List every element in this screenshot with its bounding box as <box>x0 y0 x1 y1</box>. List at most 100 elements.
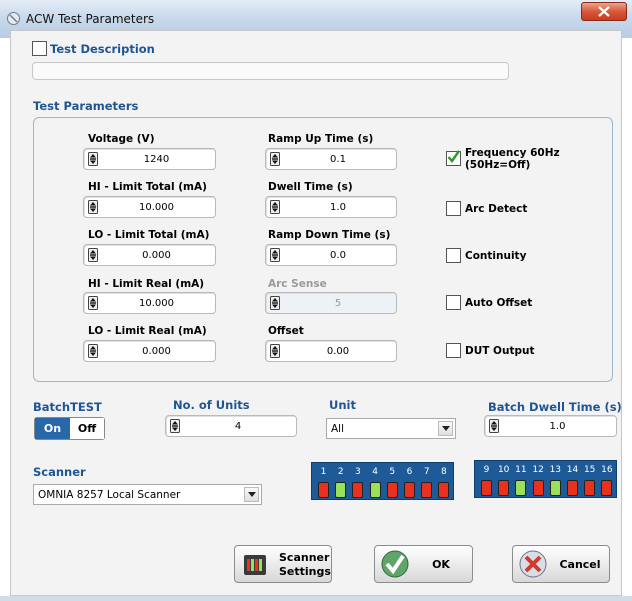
channel-4-indicator <box>369 482 381 498</box>
lo-limit-total-field[interactable]: 0.000 <box>83 244 216 266</box>
dwell-time-field[interactable]: 1.0 <box>265 196 397 218</box>
channel-13-indicator <box>549 480 561 496</box>
batchtest-header: BatchTEST <box>33 400 102 414</box>
channel-11-indicator <box>515 480 527 496</box>
spinner-icon <box>270 200 280 214</box>
auto-offset-checkbox[interactable] <box>446 295 461 310</box>
scanner-icon <box>244 555 266 575</box>
ramp-up-field[interactable]: 0.1 <box>265 148 397 170</box>
channel-3-indicator <box>352 482 364 498</box>
hi-limit-total-label: HI - Limit Total (mA) <box>88 181 207 193</box>
ch-b-number-16: 16 <box>601 465 613 475</box>
chevron-down-icon <box>442 426 450 431</box>
channel-7-indicator <box>421 482 433 498</box>
channel-5-indicator <box>386 482 398 498</box>
batchtest-off-button[interactable]: Off <box>70 418 104 439</box>
units-field[interactable]: 4 <box>165 415 297 437</box>
ch-a-number-6: 6 <box>406 467 413 477</box>
scanner-settings-button[interactable]: Scanner Settings <box>234 545 332 583</box>
spinner-icon <box>88 200 98 214</box>
ch-a-number-7: 7 <box>423 467 430 477</box>
channel-8-indicator <box>438 482 450 498</box>
channel-14-indicator <box>567 480 578 496</box>
ch-b-number-12: 12 <box>532 465 544 475</box>
voltage-field[interactable]: 1240 <box>83 148 216 170</box>
arc-detect-label: Arc Detect <box>465 203 528 215</box>
scanner-channels-1-8: 12 3 4 567 8 <box>311 462 454 500</box>
unit-label: Unit <box>329 398 356 412</box>
frequency-60hz-label: Frequency 60Hz <box>465 147 560 159</box>
ch-a-number-4: 4 <box>372 467 378 477</box>
test-description-checkbox[interactable] <box>32 41 47 56</box>
ch-b-number-15: 15 <box>583 465 596 475</box>
arc-sense-field: 5 <box>265 292 397 314</box>
ch-a-number-8: 8 <box>441 467 447 477</box>
continuity-checkbox[interactable] <box>446 248 461 263</box>
checkmark-icon <box>381 550 409 578</box>
test-description-input[interactable] <box>32 62 509 80</box>
frequency-60hz-checkbox[interactable] <box>446 150 461 166</box>
batchtest-on-button[interactable]: On <box>35 418 70 439</box>
spinner-icon <box>270 248 280 262</box>
chevron-down-icon <box>248 492 256 497</box>
spinner-icon <box>270 344 280 358</box>
window-bottom-border <box>0 596 632 601</box>
spinner-icon <box>88 248 98 262</box>
ch-a-number-1: 1 <box>320 467 327 477</box>
channel-15-indicator <box>584 480 596 496</box>
dropdown-button[interactable] <box>244 487 259 502</box>
spinner-icon <box>170 419 180 433</box>
arc-detect-checkbox[interactable] <box>446 201 461 216</box>
frequency-60hz-sublabel: (50Hz=Off) <box>465 159 531 171</box>
ch-b-number-10: 10 <box>497 465 510 475</box>
channel-16-indicator <box>601 480 613 496</box>
dut-output-checkbox[interactable] <box>446 343 461 358</box>
unit-select[interactable]: All <box>326 418 456 439</box>
ramp-down-label: Ramp Down Time (s) <box>268 229 391 241</box>
ch-b-number-13: 13 <box>549 465 562 475</box>
ch-a-number-2: 2 <box>337 467 344 477</box>
batch-dwell-field[interactable]: 1.0 <box>484 415 617 437</box>
lo-limit-real-label: LO - Limit Real (mA) <box>88 325 207 337</box>
hi-limit-real-label: HI - Limit Real (mA) <box>88 278 205 290</box>
lo-limit-real-field[interactable]: 0.000 <box>83 340 216 362</box>
offset-label: Offset <box>268 325 304 337</box>
test-parameters-header: Test Parameters <box>33 99 139 113</box>
ramp-down-field[interactable]: 0.0 <box>265 244 397 266</box>
spinner-icon <box>270 296 280 310</box>
channel-10-indicator <box>498 480 510 496</box>
dropdown-button[interactable] <box>438 421 453 436</box>
channel-6-indicator <box>404 482 415 498</box>
channel-9-indicator <box>481 480 492 496</box>
continuity-label: Continuity <box>465 250 527 262</box>
checkmark-icon <box>447 150 460 163</box>
ok-button[interactable]: OK <box>374 545 473 583</box>
cancel-icon <box>519 550 547 578</box>
close-button[interactable] <box>581 2 627 21</box>
ch-b-number-14: 14 <box>566 465 579 475</box>
cancel-button[interactable]: Cancel <box>512 545 610 583</box>
ch-b-number-9: 9 <box>483 465 490 475</box>
lo-limit-total-label: LO - Limit Total (mA) <box>88 229 210 241</box>
arc-sense-label: Arc Sense <box>268 278 327 290</box>
channel-1-indicator <box>318 482 329 498</box>
dialog-window: ACW Test Parameters Test Description Tes… <box>0 0 632 601</box>
spinner-icon <box>88 344 98 358</box>
dut-output-label: DUT Output <box>465 345 535 357</box>
close-icon <box>598 6 610 17</box>
offset-field[interactable]: 0.00 <box>265 340 397 362</box>
hi-limit-real-field[interactable]: 10.000 <box>83 292 216 314</box>
spinner-icon <box>88 152 98 166</box>
spinner-icon <box>489 419 499 433</box>
scanner-select[interactable]: OMNIA 8257 Local Scanner <box>33 484 262 505</box>
units-label: No. of Units <box>173 398 250 412</box>
auto-offset-label: Auto Offset <box>465 297 533 309</box>
spinner-icon <box>88 296 98 310</box>
test-description-label: Test Description <box>50 42 155 56</box>
batch-dwell-label: Batch Dwell Time (s) <box>488 400 622 414</box>
ch-a-number-3: 3 <box>355 467 361 477</box>
app-icon <box>7 12 20 25</box>
scanner-channels-9-16: 9 10 11 12 13 14 15 16 <box>474 460 617 498</box>
hi-limit-total-field[interactable]: 10.000 <box>83 196 216 218</box>
window-title: ACW Test Parameters <box>26 12 155 26</box>
